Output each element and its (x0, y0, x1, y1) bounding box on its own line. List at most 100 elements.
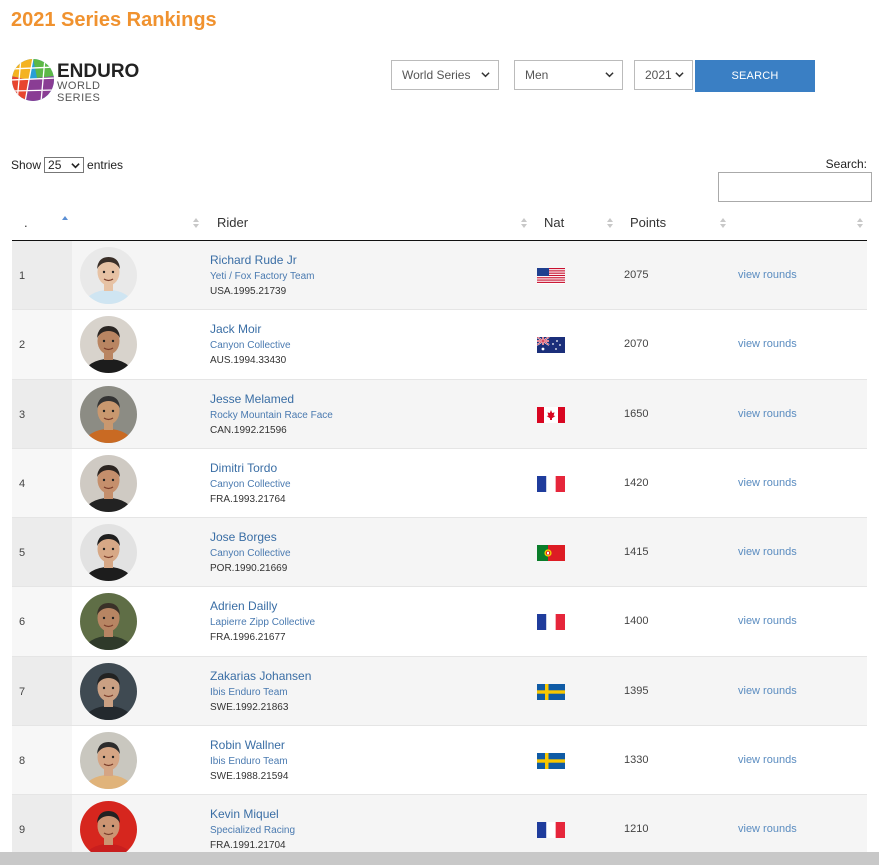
rider-name-link[interactable]: Richard Rude Jr (210, 253, 297, 267)
page-title: 2021 Series Rankings (11, 9, 217, 31)
fra-flag-icon (537, 614, 565, 631)
rider-name-link[interactable]: Dimitri Tordo (210, 461, 277, 475)
rider-team-link[interactable]: Rocky Mountain Race Face (210, 410, 333, 421)
fra-flag-icon (537, 822, 565, 839)
sort-icon[interactable] (607, 218, 613, 228)
view-rounds-link[interactable]: view rounds (738, 685, 797, 697)
view-rounds-link[interactable]: view rounds (738, 823, 797, 835)
rank-value: 8 (19, 755, 26, 768)
header-points[interactable]: Points (630, 206, 666, 240)
rider-name-link[interactable]: Jack Moir (210, 322, 261, 336)
rider-id: FRA.1996.21677 (210, 632, 286, 644)
rider-name-link[interactable]: Jose Borges (210, 530, 277, 544)
header-rank[interactable]: . (24, 206, 28, 240)
view-rounds-link[interactable]: view rounds (738, 338, 797, 350)
rider-team-link[interactable]: Lapierre Zipp Collective (210, 617, 315, 628)
chevron-down-icon (481, 72, 490, 78)
view-rounds-link[interactable]: view rounds (738, 408, 797, 420)
rider-avatar (80, 316, 137, 374)
rider-avatar (80, 732, 137, 790)
entries-label: entries (87, 158, 124, 172)
rider-name-link[interactable]: Adrien Dailly (210, 599, 277, 613)
rank-value: 1 (19, 270, 26, 282)
rider-avatar (80, 454, 137, 512)
rider-id: USA.1995.21739 (210, 286, 287, 297)
view-rounds-link[interactable]: view rounds (738, 269, 797, 281)
rank-value: 6 (19, 616, 26, 629)
can-flag-icon (537, 406, 565, 423)
rider-id: FRA.1993.21764 (210, 493, 286, 505)
rank-value: 5 (19, 547, 26, 560)
rider-team-link[interactable]: Canyon Collective (210, 479, 291, 490)
rider-team-link[interactable]: Ibis Enduro Team (210, 756, 288, 767)
rider-team-link[interactable]: Specialized Racing (210, 825, 295, 836)
rider-team-link[interactable]: Ibis Enduro Team (210, 687, 288, 698)
view-rounds-link[interactable]: view rounds (738, 546, 797, 558)
entries-select[interactable]: 25 (44, 157, 85, 173)
rank-value: 3 (19, 408, 26, 421)
table-body: 1 Richard Rude Jr Yeti / Fox Factory Tea… (12, 241, 867, 865)
search-button[interactable]: SEARCH (695, 60, 815, 92)
table-row: 1 Richard Rude Jr Yeti / Fox Factory Tea… (12, 241, 867, 311)
sort-icon[interactable] (193, 218, 199, 228)
rank-value: 4 (19, 477, 26, 490)
search-input[interactable] (718, 172, 872, 202)
chevron-down-icon (605, 72, 614, 78)
rider-id: FRA.1991.21704 (210, 840, 286, 852)
logo-subtitle: WORLD SERIES (57, 80, 101, 104)
rider-avatar (80, 801, 137, 859)
view-rounds-link[interactable]: view rounds (738, 615, 797, 627)
rider-name-link[interactable]: Robin Wallner (210, 738, 285, 752)
table-row: 6 Adrien Dailly Lapierre Zipp Collective… (12, 587, 867, 657)
rider-team-link[interactable]: Canyon Collective (210, 340, 291, 351)
sort-asc-icon[interactable] (62, 216, 68, 226)
header-rider[interactable]: Rider (217, 206, 248, 240)
rider-name-link[interactable]: Zakarias Johansen (210, 669, 311, 683)
rider-avatar (80, 385, 137, 443)
show-entries-control: Show 25 entries (11, 157, 123, 173)
horizontal-scrollbar[interactable] (0, 852, 879, 865)
rank-value: 9 (19, 824, 26, 837)
table-header: . Rider Nat Points (12, 206, 867, 241)
table-row: 7 Zakarias Johansen Ibis Enduro Team SWE… (12, 656, 867, 727)
rider-name-link[interactable]: Kevin Miquel (210, 807, 279, 821)
sort-icon[interactable] (720, 218, 726, 228)
points-value: 2070 (624, 338, 649, 351)
view-rounds-link[interactable]: view rounds (738, 754, 797, 766)
header-nat[interactable]: Nat (544, 206, 564, 240)
aus-flag-icon (536, 336, 565, 354)
sort-icon[interactable] (521, 218, 527, 228)
rider-id: AUS.1994.33430 (210, 355, 287, 367)
rider-name-link[interactable]: Jesse Melamed (210, 392, 294, 406)
gender-select-value: Men (525, 68, 549, 82)
show-label: Show (11, 158, 42, 172)
usa-flag-icon (537, 268, 565, 284)
points-value: 1395 (624, 684, 649, 697)
rank-value: 7 (19, 685, 26, 698)
view-rounds-link[interactable]: view rounds (738, 477, 797, 489)
points-value: 1650 (624, 407, 649, 420)
series-select[interactable]: World Series (391, 60, 499, 90)
sort-icon[interactable] (857, 218, 863, 228)
enduro-world-series-logo[interactable]: ENDURO WORLD SERIES (11, 58, 141, 104)
table-row: 8 Robin Wallner Ibis Enduro Team SWE.198… (12, 726, 867, 796)
points-value: 1420 (624, 476, 649, 489)
series-select-value: World Series (402, 68, 471, 82)
year-select[interactable]: 2021 (634, 60, 693, 90)
rank-value: 2 (19, 339, 26, 352)
points-value: 1330 (624, 754, 649, 767)
points-value: 1400 (624, 615, 649, 628)
gender-select[interactable]: Men (514, 60, 623, 90)
swe-flag-icon (537, 683, 565, 700)
rankings-table: . Rider Nat Points 1 Richard Rude Jr Yet… (12, 206, 867, 865)
rider-id: CAN.1992.21596 (210, 424, 287, 436)
rider-team-link[interactable]: Canyon Collective (210, 548, 291, 559)
points-value: 1210 (624, 823, 649, 836)
chevron-down-icon (71, 163, 80, 169)
fra-flag-icon (537, 475, 565, 492)
swe-flag-icon (537, 753, 565, 770)
rider-id: POR.1990.21669 (210, 563, 288, 575)
year-select-value: 2021 (645, 68, 672, 82)
search-label: Search: (825, 157, 867, 171)
rider-team-link[interactable]: Yeti / Fox Factory Team (210, 271, 315, 282)
